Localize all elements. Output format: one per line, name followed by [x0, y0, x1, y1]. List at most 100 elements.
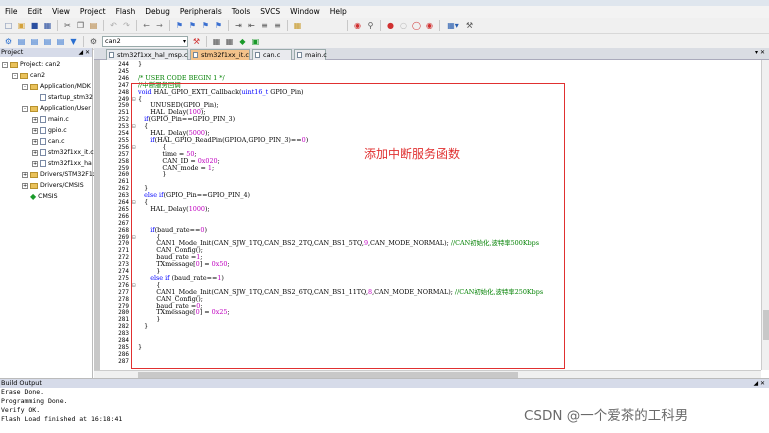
file-icon [40, 138, 46, 145]
unindent-icon[interactable]: ⇤ [246, 20, 257, 31]
editor-tab[interactable]: can.c [252, 49, 292, 60]
file-icon [40, 149, 46, 156]
menu-tools[interactable]: Tools [227, 6, 255, 18]
window-layout-icon[interactable]: ▦▾ [444, 20, 462, 31]
collapse-icon[interactable]: - [2, 61, 8, 68]
rebuild-icon[interactable]: ▤ [29, 36, 40, 47]
menu-project[interactable]: Project [75, 6, 111, 18]
manage-rte-icon[interactable]: ◆ [237, 36, 248, 47]
event-recorder-icon[interactable]: ▣ [250, 36, 261, 47]
bookmark-prev-icon[interactable]: ⚑ [187, 20, 198, 31]
vertical-scrollbar[interactable] [761, 60, 769, 370]
bookmark-next-icon[interactable]: ⚑ [200, 20, 211, 31]
menu-help[interactable]: Help [325, 6, 352, 18]
file-icon [40, 160, 46, 167]
debug-start-icon[interactable]: ● [385, 20, 396, 31]
folder-icon [20, 72, 28, 79]
configure-icon[interactable]: ⚒ [464, 20, 475, 31]
bookmark-icon[interactable]: ⚑ [174, 20, 185, 31]
expand-icon[interactable]: + [32, 149, 38, 156]
editor-tab[interactable]: stm32f1xx_hal_msp.c [106, 49, 188, 60]
expand-icon[interactable]: + [22, 182, 28, 189]
nav-back-icon[interactable]: ← [141, 20, 152, 31]
tree-item[interactable]: + can.c [32, 136, 64, 147]
tree-item[interactable]: - Application/User [22, 103, 91, 114]
collapse-icon[interactable]: - [12, 72, 18, 79]
project-panel-header: Project ◢ ✕ [0, 48, 92, 57]
download-icon[interactable]: ▼ [68, 36, 79, 47]
tree-item[interactable]: + stm32f1xx_it.c [32, 147, 94, 158]
nav-forward-icon[interactable]: → [154, 20, 165, 31]
tree-item-label: main.c [48, 116, 69, 123]
folder-icon [30, 83, 38, 90]
expand-icon[interactable]: + [22, 171, 28, 178]
editor-tab[interactable]: main.c [294, 49, 327, 60]
menu-edit[interactable]: Edit [23, 6, 48, 18]
save-icon[interactable]: ■ [29, 20, 40, 31]
indent-icon[interactable]: ⇥ [233, 20, 244, 31]
bookmark-clear-icon[interactable]: ⚑ [213, 20, 224, 31]
folder-icon [10, 61, 18, 68]
folder-icon [30, 182, 38, 189]
expand-icon[interactable]: + [32, 160, 38, 167]
panel-pin-close-icon[interactable]: ◢ ✕ [753, 379, 765, 388]
comment-icon[interactable]: ≡ [259, 20, 270, 31]
tree-item[interactable]: + Drivers/STM32F1x [22, 169, 96, 180]
tree-item-label: can.c [48, 138, 65, 145]
tree-item[interactable]: - Application/MDK [22, 81, 91, 92]
batch-build-icon[interactable]: ▤ [42, 36, 53, 47]
breakpoint-icon[interactable]: ○ [398, 20, 409, 31]
target-options-icon[interactable]: ⚙ [88, 36, 99, 47]
component-icon: ◆ [30, 192, 37, 201]
editor-tab[interactable]: stm32f1xx_it.c [190, 49, 250, 60]
stop-build-icon[interactable]: ▤ [55, 36, 66, 47]
undo-icon[interactable]: ↶ [108, 20, 119, 31]
expand-icon[interactable]: + [32, 116, 38, 123]
expand-icon[interactable]: + [32, 127, 38, 134]
menu-peripherals[interactable]: Peripherals [175, 6, 227, 18]
expand-icon[interactable]: + [32, 138, 38, 145]
target-select[interactable]: can2 ▾ [102, 36, 188, 47]
select-packs-icon[interactable]: ▦ [224, 36, 235, 47]
find-icon[interactable]: ◉ [352, 20, 363, 31]
cut-icon[interactable]: ✂ [62, 20, 73, 31]
incremental-find-icon[interactable]: ⚲ [365, 20, 376, 31]
collapse-icon[interactable]: - [22, 83, 28, 90]
tree-item[interactable]: - can2 [12, 70, 45, 81]
tree-item-label: CMSIS [38, 193, 58, 200]
tree-item[interactable]: + main.c [32, 114, 69, 125]
collapse-icon[interactable]: - [22, 105, 28, 112]
menu-window[interactable]: Window [285, 6, 325, 18]
paste-icon[interactable]: ▤ [88, 20, 99, 31]
open-file-icon[interactable]: ▣ [16, 20, 27, 31]
menu-svcs[interactable]: SVCS [255, 6, 285, 18]
redo-icon[interactable]: ↷ [121, 20, 132, 31]
menu-file[interactable]: File [0, 6, 23, 18]
breakpoint-kill-icon[interactable]: ◉ [424, 20, 435, 31]
tree-item[interactable]: + stm32f1xx_ha [32, 158, 92, 169]
menu-flash[interactable]: Flash [111, 6, 141, 18]
find-in-files-icon[interactable]: ▦ [292, 20, 303, 31]
copy-icon[interactable]: ❐ [75, 20, 86, 31]
save-all-icon[interactable]: ▦ [42, 20, 53, 31]
tree-item[interactable]: startup_stm32 [32, 92, 93, 103]
new-file-icon[interactable]: □ [3, 20, 14, 31]
tree-item[interactable]: ◆ CMSIS [22, 191, 58, 202]
scrollbar-thumb[interactable] [763, 310, 769, 340]
file-icon [109, 52, 114, 58]
menu-debug[interactable]: Debug [140, 6, 175, 18]
tree-item[interactable]: + Drivers/CMSIS [22, 180, 84, 191]
uncomment-icon[interactable]: ≡ [272, 20, 283, 31]
tab-close-icon[interactable]: ▾ ✕ [755, 49, 765, 56]
panel-pin-close-icon[interactable]: ◢ ✕ [78, 48, 90, 57]
manage-project-icon[interactable]: ▦ [211, 36, 222, 47]
menu-view[interactable]: View [47, 6, 75, 18]
translate-icon[interactable]: ⚙ [3, 36, 14, 47]
folder-icon [30, 105, 38, 112]
options-for-target-icon[interactable]: ⚒ [191, 36, 202, 47]
tree-item[interactable]: - Project: can2 [2, 59, 60, 70]
tree-item[interactable]: + gpio.c [32, 125, 67, 136]
build-icon[interactable]: ▤ [16, 36, 27, 47]
horizontal-scrollbar[interactable] [94, 370, 761, 378]
breakpoint-disable-icon[interactable]: ◯ [411, 20, 422, 31]
